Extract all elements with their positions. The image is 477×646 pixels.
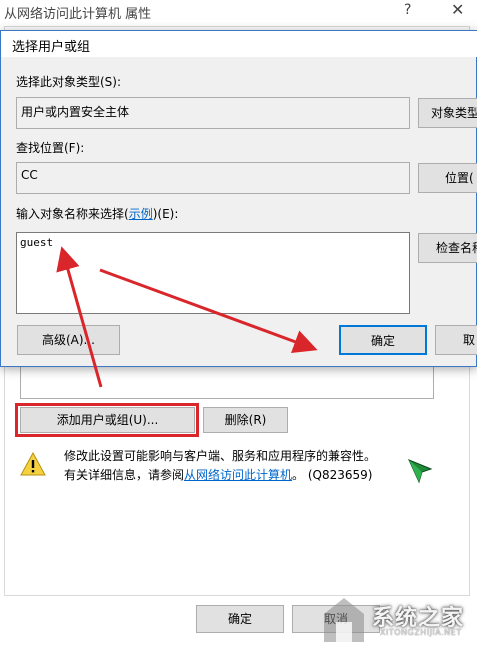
location-label: 查找位置(F):	[16, 141, 85, 155]
warning-details: 有关详细信息，请参阅从网络访问此计算机。 (Q823659)	[64, 466, 372, 483]
help-button[interactable]: ?	[404, 2, 411, 18]
object-names-label-suffix: )(E):	[152, 207, 179, 221]
watermark-subtext: XITONGZHIJIA.NET	[380, 628, 462, 637]
warning-details-prefix: 有关详细信息，请参阅	[64, 468, 185, 482]
object-names-input[interactable]: guest	[16, 232, 410, 314]
dialog-title: 选择用户或组	[12, 40, 91, 55]
warning-details-suffix: 。 (Q823659)	[292, 468, 373, 482]
object-type-label: 选择此对象类型(S):	[16, 75, 122, 89]
remove-button[interactable]: 删除(R)	[203, 407, 288, 433]
object-names-label: 输入对象名称来选择(示例)(E):	[16, 205, 178, 222]
locations-button[interactable]: 位置(	[418, 163, 477, 193]
warning-link[interactable]: 从网络访问此计算机	[184, 468, 292, 482]
advanced-button[interactable]: 高级(A)...	[17, 325, 120, 355]
annotation-highlight-box	[15, 403, 199, 437]
object-names-label-prefix: 输入对象名称来选择(	[16, 207, 129, 221]
ok-button[interactable]: 确定	[196, 605, 284, 633]
check-names-button[interactable]: 检查名称	[418, 233, 477, 263]
object-type-field: 用户或内置安全主体	[16, 97, 410, 129]
dialog-ok-button[interactable]: 确定	[339, 325, 427, 355]
location-field: CC	[16, 162, 410, 194]
warning-icon	[20, 452, 46, 476]
close-icon[interactable]: ✕	[451, 0, 464, 19]
users-list[interactable]	[20, 365, 434, 399]
properties-window-title: 从网络访问此计算机 属性	[4, 7, 152, 22]
busy-cursor-icon	[408, 459, 433, 484]
warning-text: 修改此设置可能影响与客户端、服务和应用程序的兼容性。	[64, 449, 377, 463]
dialog-cancel-button[interactable]: 取	[435, 325, 477, 355]
object-types-button[interactable]: 对象类型	[418, 98, 477, 128]
examples-link[interactable]: 示例	[129, 207, 153, 221]
